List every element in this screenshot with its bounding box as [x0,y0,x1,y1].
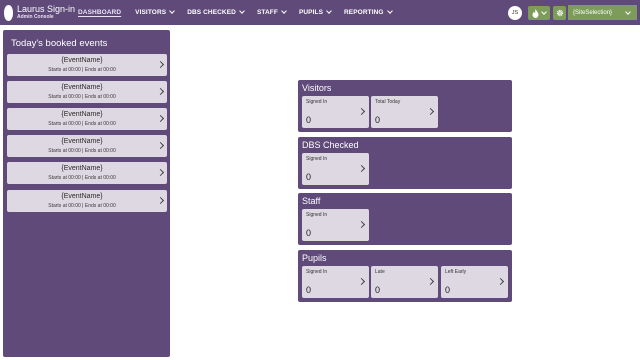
nav-item-visitors[interactable]: VISITORS [135,8,176,16]
nav-item-dashboard[interactable]: DASHBOARD [78,9,121,16]
chevron-down-icon [326,8,332,14]
visitors-total-today-card[interactable]: Total Today 0 [371,96,438,128]
event-card[interactable]: {EventName} Starts at 00:00 | Ends at 00… [7,190,167,212]
event-times: Starts at 00:00 | Ends at 00:00 [48,67,116,73]
event-name: {EventName} [61,111,103,118]
dbs-checked-panel: DBS Checked Signed In 0 [298,137,512,189]
chevron-right-icon [426,107,435,116]
settings-button[interactable] [553,6,566,20]
chevron-right-icon [357,164,366,173]
top-nav-bar: Laurus Sign-in Admin Console DASHBOARD V… [0,0,640,25]
staff-title: Staff [302,196,321,206]
event-times: Starts at 00:00 | Ends at 00:00 [48,121,116,127]
event-times: Starts at 00:00 | Ends at 00:00 [48,175,116,181]
event-card[interactable]: {EventName} Starts at 00:00 | Ends at 00… [7,54,167,76]
event-card[interactable]: {EventName} Starts at 00:00 | Ends at 00… [7,135,167,157]
chevron-right-icon [357,107,366,116]
chevron-right-icon [426,277,435,286]
chevron-right-icon [357,220,366,229]
chevron-right-icon [156,114,165,123]
site-selection-dropdown[interactable]: {SiteSelection} [568,5,637,20]
main-menu: DASHBOARD VISITORS DBS CHECKED STAFF PUP… [78,0,405,25]
event-name: {EventName} [61,84,103,91]
pupils-late-card[interactable]: Late 0 [371,266,438,298]
nav-item-reporting[interactable]: REPORTING [344,8,393,16]
visitors-title: Visitors [302,83,332,93]
nav-item-staff[interactable]: STAFF [257,8,287,16]
event-name: {EventName} [61,57,103,64]
event-card[interactable]: {EventName} Starts at 00:00 | Ends at 00… [7,108,167,130]
event-card[interactable]: {EventName} Starts at 00:00 | Ends at 00… [7,81,167,103]
event-times: Starts at 00:00 | Ends at 00:00 [48,94,116,100]
app-title: Laurus Sign-in [17,4,76,14]
event-times: Starts at 00:00 | Ends at 00:00 [48,203,116,209]
staff-signed-in-card[interactable]: Signed In 0 [302,209,369,241]
chevron-right-icon [357,277,366,286]
booked-events-panel: Today's booked events {EventName} Starts… [3,30,170,357]
dbs-signed-in-card[interactable]: Signed In 0 [302,153,369,185]
visitors-panel: Visitors Signed In 0 Total Today 0 [298,80,512,132]
nav-item-dbs-checked[interactable]: DBS CHECKED [187,8,245,16]
visitors-signed-in-card[interactable]: Signed In 0 [302,96,369,128]
chevron-down-icon [386,8,393,14]
staff-panel: Staff Signed In 0 [298,193,512,245]
pupils-title: Pupils [302,253,327,263]
site-selection-value: {SiteSelection} [573,9,613,16]
pupils-signed-in-card[interactable]: Signed In 0 [302,266,369,298]
chevron-down-icon [625,9,631,15]
pupils-left-early-card[interactable]: Left Early 0 [441,266,508,298]
chevron-down-icon [541,8,547,15]
chevron-down-icon [281,8,287,14]
event-name: {EventName} [61,165,103,172]
app-subtitle: Admin Console [17,14,54,20]
event-name: {EventName} [61,193,103,200]
chevron-right-icon [156,196,165,205]
event-times: Starts at 00:00 | Ends at 00:00 [48,148,116,154]
chevron-down-icon [169,8,176,14]
event-card[interactable]: {EventName} Starts at 00:00 | Ends at 00… [7,162,167,184]
chevron-down-icon [239,8,245,14]
dbs-checked-title: DBS Checked [302,140,359,150]
fire-alarm-button[interactable] [528,6,550,20]
gear-icon [556,9,563,17]
chevron-right-icon [156,60,165,69]
chevron-right-icon [156,141,165,150]
booked-events-title: Today's booked events [11,38,108,49]
pupils-panel: Pupils Signed In 0 Late 0 Left Early 0 [298,250,512,302]
app-logo[interactable]: Laurus Sign-in Admin Console [4,3,75,22]
fire-icon [532,8,539,18]
chevron-right-icon [156,168,165,177]
chevron-right-icon [156,87,165,96]
logo-mark-icon [4,4,13,21]
nav-item-pupils[interactable]: PUPILS [299,8,332,16]
chevron-right-icon [496,277,505,286]
user-avatar[interactable]: JS [508,6,522,20]
event-name: {EventName} [61,138,103,145]
